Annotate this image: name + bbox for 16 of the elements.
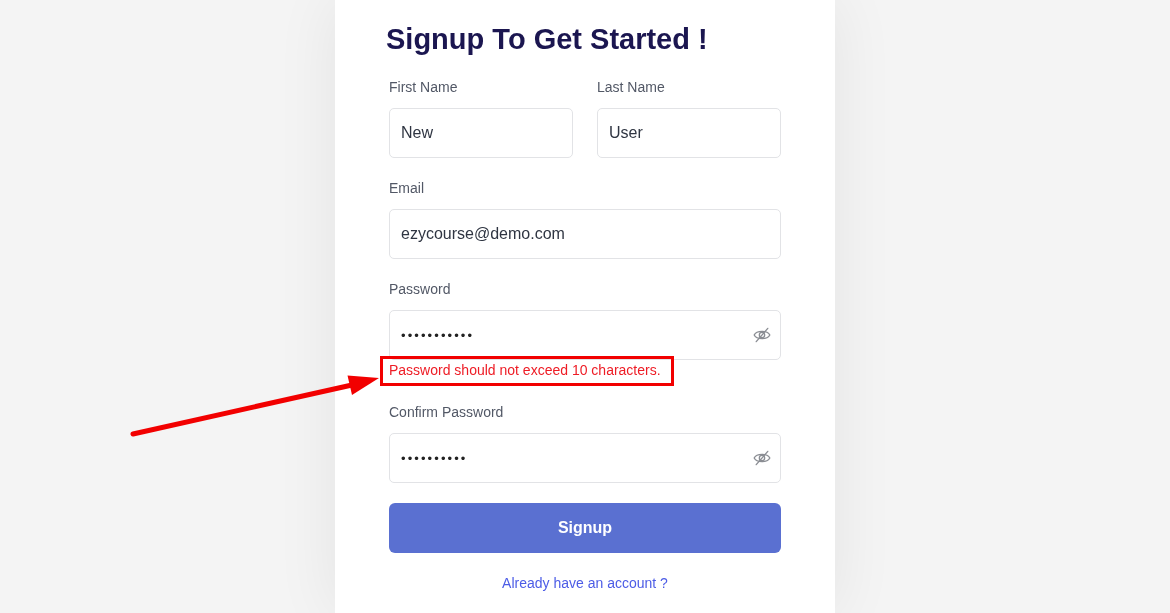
text-field[interactable]: ezycourse@demo.com [389,209,781,259]
signup-button[interactable]: Signup [389,503,781,553]
password-field[interactable]: ••••••••••• [389,310,781,360]
field-label: Last Name [597,78,666,97]
page-title: Signup To Get Started ! [386,22,709,57]
eye-slash-icon[interactable] [753,327,771,343]
login-link[interactable]: Already have an account ? [502,575,668,591]
text-field[interactable]: User [597,108,781,158]
eye-slash-icon[interactable] [753,450,771,466]
field-label: First Name [389,78,459,97]
text-field[interactable]: New [389,108,573,158]
password-field[interactable]: •••••••••• [389,433,781,483]
field-label: Password [389,280,452,299]
error-message: Password should not exceed 10 characters. [389,361,661,379]
field-label: Confirm Password [389,403,505,422]
field-label: Email [389,179,425,198]
